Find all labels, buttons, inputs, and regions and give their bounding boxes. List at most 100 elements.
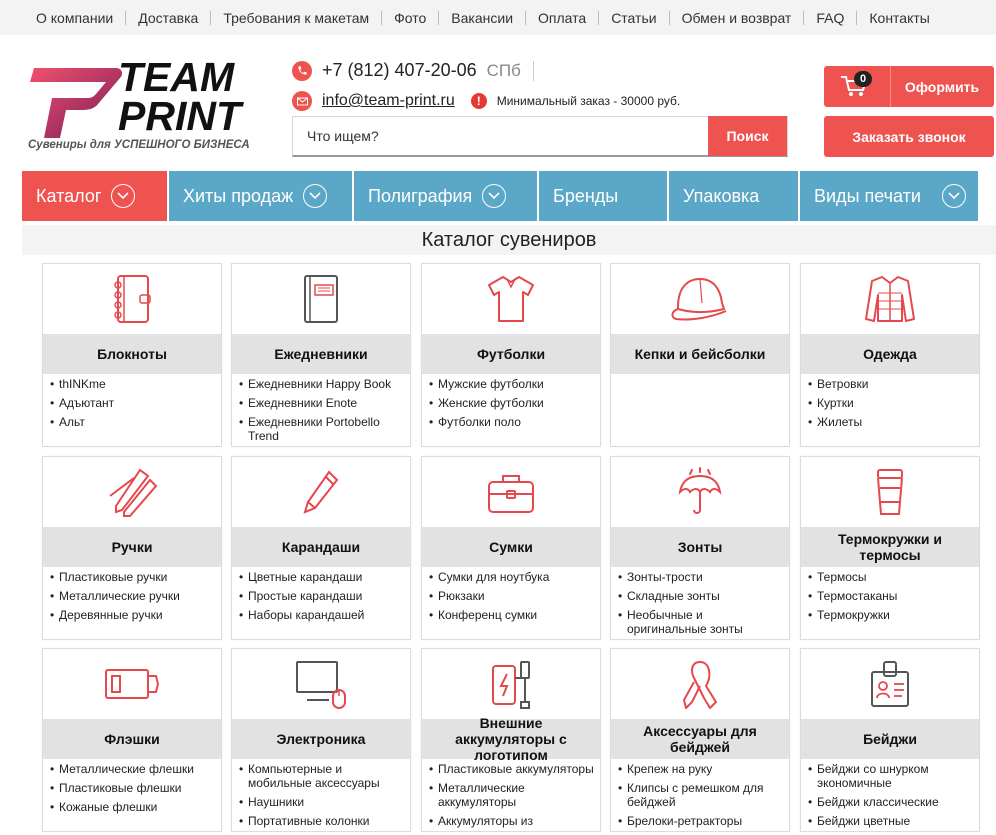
category-title[interactable]: Ручки — [43, 527, 221, 567]
request-call-button[interactable]: Заказать звонок — [824, 116, 994, 157]
subcategory-link[interactable]: Бейджи цветные — [807, 814, 973, 828]
subcategory-link[interactable]: Простые карандаши — [238, 589, 404, 603]
search-button[interactable]: Поиск — [708, 116, 787, 156]
category-card[interactable]: Флэшки Металлические флешки Пластиковые фл… — [42, 648, 222, 832]
subcategory-link[interactable]: Мужские футболки — [428, 377, 594, 391]
category-title[interactable]: Электроника — [232, 719, 410, 759]
subcategory-link[interactable]: Компьютерные и мобильные аксессуары — [238, 762, 404, 790]
category-title[interactable]: Термокружки и термосы — [801, 527, 979, 567]
category-title[interactable]: Внешние аккумуляторы с логотипом — [422, 715, 600, 763]
category-title[interactable]: Сумки — [422, 527, 600, 567]
subcategory-link[interactable]: Зонты-трости — [617, 570, 783, 584]
chevron-down-icon[interactable] — [482, 184, 507, 208]
category-card[interactable]: Карандаши Цветные карандаши Простые каранд… — [231, 456, 411, 640]
chevron-down-icon[interactable] — [111, 184, 136, 208]
subcategory-link[interactable]: Цветные карандаши — [238, 570, 404, 584]
top-menu-item[interactable]: Доставка — [125, 10, 210, 25]
subcategory-link[interactable]: Наборы карандашей — [238, 608, 404, 622]
subcategory-link[interactable]: Складные зонты — [617, 589, 783, 603]
category-card[interactable]: Кепки и бейсболки — [610, 263, 790, 447]
category-title[interactable]: Кепки и бейсболки — [611, 334, 789, 374]
subcategory-link[interactable]: Ежедневники Happy Book — [238, 377, 404, 391]
category-card[interactable]: Аксессуары для бейджей Крепеж на руку Клип… — [610, 648, 790, 832]
subcategory-link[interactable]: Ежедневники Portobello Trend — [238, 415, 404, 443]
subcategory-link[interactable]: thINKme — [49, 377, 215, 391]
subcategory-link[interactable]: Бейджи классические — [807, 795, 973, 809]
category-title[interactable]: Футболки — [422, 334, 600, 374]
subcategory-link[interactable]: Пластиковые флешки — [49, 781, 215, 795]
subcategory-link[interactable]: Аккумуляторы из — [428, 814, 594, 828]
top-menu-item[interactable]: Фото — [381, 10, 438, 25]
category-title[interactable]: Аксессуары для бейджей — [611, 719, 789, 759]
category-title[interactable]: Флэшки — [43, 719, 221, 759]
subcategory-link[interactable]: Необычные и оригинальные зонты — [617, 608, 783, 636]
subcategory-link[interactable]: Деревянные ручки — [49, 608, 215, 622]
category-title[interactable]: Ежедневники — [232, 334, 410, 374]
subcategory-link[interactable]: Металлические аккумуляторы — [428, 781, 594, 809]
category-title[interactable]: Блокноты — [43, 334, 221, 374]
email-link[interactable]: info@team-print.ru — [322, 92, 455, 110]
subcategory-link[interactable]: Наушники — [238, 795, 404, 809]
nav-tab[interactable]: Бренды — [539, 171, 667, 221]
subcategory-link[interactable]: Альт — [49, 415, 215, 429]
chevron-down-icon[interactable] — [303, 184, 328, 208]
subcategory-link[interactable]: Сумки для ноутбука — [428, 570, 594, 584]
category-card[interactable]: Термокружки и термосы Термосы Термостаканы… — [800, 456, 980, 640]
category-card[interactable]: Блокноты thINKme Адъютант Альт — [42, 263, 222, 447]
category-card[interactable]: Бейджи Бейджи со шнурком экономичные Бейдж… — [800, 648, 980, 832]
category-title[interactable]: Одежда — [801, 334, 979, 374]
subcategory-link[interactable]: Термокружки — [807, 608, 973, 622]
category-card[interactable]: Зонты Зонты-трости Складные зонты Необычные… — [610, 456, 790, 640]
category-card[interactable]: Футболки Мужские футболки Женские футболки… — [421, 263, 601, 447]
nav-tab[interactable]: Каталог — [22, 171, 167, 221]
phone-number[interactable]: +7 (812) 407-20-06 — [322, 60, 477, 81]
subcategory-link[interactable]: Футболки поло — [428, 415, 594, 429]
subcategory-link[interactable]: Портативные колонки — [238, 814, 404, 828]
top-menu-item[interactable]: Статьи — [598, 10, 668, 25]
subcategory-link[interactable]: Адъютант — [49, 396, 215, 410]
category-card[interactable]: Ежедневники Ежедневники Happy Book Ежеднев… — [231, 263, 411, 447]
nav-tab[interactable]: Виды печати — [800, 171, 978, 221]
checkout-button[interactable]: 0 Оформить — [824, 66, 994, 107]
category-card[interactable]: Ручки Пластиковые ручки Металлические ручк… — [42, 456, 222, 640]
nav-tab[interactable]: Хиты продаж — [169, 171, 352, 221]
subcategory-link[interactable]: Кожаные флешки — [49, 800, 215, 814]
subcategory-link[interactable]: Жилеты — [807, 415, 973, 429]
category-title[interactable]: Зонты — [611, 527, 789, 567]
top-menu-item[interactable]: FAQ — [803, 10, 856, 25]
category-title[interactable]: Бейджи — [801, 719, 979, 759]
subcategory-link[interactable]: Брелоки-ретракторы — [617, 814, 783, 828]
top-menu-item[interactable]: Контакты — [856, 10, 941, 25]
subcategory-link[interactable]: Термосы — [807, 570, 973, 584]
category-card[interactable]: Сумки Сумки для ноутбука Рюкзаки Конференц … — [421, 456, 601, 640]
subcategory-list: Ветровки Куртки Жилеты — [807, 377, 973, 434]
category-card[interactable]: Электроника Компьютерные и мобильные аксе… — [231, 648, 411, 832]
subcategory-link[interactable]: Конференц сумки — [428, 608, 594, 622]
subcategory-link[interactable]: Металлические флешки — [49, 762, 215, 776]
subcategory-link[interactable]: Металлические ручки — [49, 589, 215, 603]
top-menu-item[interactable]: Оплата — [525, 10, 598, 25]
subcategory-link[interactable]: Крепеж на руку — [617, 762, 783, 776]
search-input[interactable] — [293, 117, 709, 155]
subcategory-link[interactable]: Ежедневники Enote — [238, 396, 404, 410]
subcategory-link[interactable]: Женские футболки — [428, 396, 594, 410]
subcategory-link[interactable]: Куртки — [807, 396, 973, 410]
nav-tab[interactable]: Полиграфия — [354, 171, 537, 221]
subcategory-link[interactable]: Термостаканы — [807, 589, 973, 603]
top-menu-item[interactable]: Вакансии — [438, 10, 525, 25]
subcategory-link[interactable]: Клипсы с ремешком для бейджей — [617, 781, 783, 809]
category-card[interactable]: Одежда Ветровки Куртки Жилеты — [800, 263, 980, 447]
subcategory-link[interactable]: Пластиковые аккумуляторы — [428, 762, 594, 776]
top-menu-item[interactable]: Требования к макетам — [210, 10, 381, 25]
category-card[interactable]: Внешние аккумуляторы с логотипомПластико… — [421, 648, 601, 832]
subcategory-link[interactable]: Рюкзаки — [428, 589, 594, 603]
subcategory-link[interactable]: Пластиковые ручки — [49, 570, 215, 584]
subcategory-link[interactable]: Бейджи со шнурком экономичные — [807, 762, 973, 790]
logo[interactable]: TEAM PRINT Сувениры для УСПЕШНОГО БИЗНЕС… — [26, 57, 258, 158]
top-menu-item[interactable]: Обмен и возврат — [668, 10, 804, 25]
nav-tab[interactable]: Упаковка — [669, 171, 798, 221]
chevron-down-icon[interactable] — [942, 184, 966, 208]
category-title[interactable]: Карандаши — [232, 527, 410, 567]
top-menu-item[interactable]: О компании — [24, 11, 125, 25]
subcategory-link[interactable]: Ветровки — [807, 377, 973, 391]
